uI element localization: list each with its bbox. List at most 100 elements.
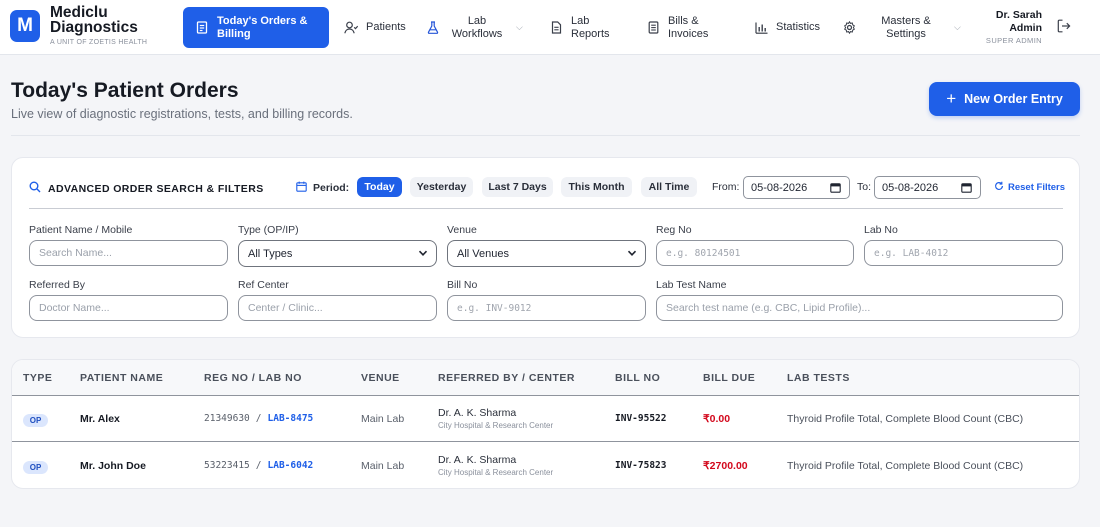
header-divider xyxy=(11,135,1080,136)
calendar-icon xyxy=(830,182,841,193)
type-select-value: All Types xyxy=(248,247,293,260)
brand-tagline: A UNIT OF ZOETIS HEALTH xyxy=(50,39,148,46)
reset-filters-button[interactable]: Reset Filters xyxy=(994,181,1065,194)
page-title: Today's Patient Orders xyxy=(11,79,239,102)
lab-no-link[interactable]: LAB-8475 xyxy=(268,413,314,424)
nav-item-masters-settings[interactable]: Masters & Settings ⌵ xyxy=(836,7,967,48)
venue: Main Lab xyxy=(361,460,405,472)
venue: Main Lab xyxy=(361,413,405,425)
type-badge: OP xyxy=(23,461,48,474)
bill-no-input[interactable]: e.g. INV-9012 xyxy=(447,295,646,321)
filter-title-text: ADVANCED ORDER SEARCH & FILTERS xyxy=(48,182,264,195)
ref-center-input[interactable]: Center / Clinic... xyxy=(238,295,437,321)
lab-no-link[interactable]: LAB-6042 xyxy=(268,460,314,471)
lab-tests: Thyroid Profile Total, Complete Blood Co… xyxy=(787,460,1024,472)
nav-item-statistics[interactable]: Statistics xyxy=(748,7,826,48)
ref-center-field-label: Ref Center xyxy=(238,279,289,291)
venue-select[interactable]: All Venues xyxy=(447,240,646,267)
column-header-lab-tests[interactable]: LAB TESTS xyxy=(787,372,850,384)
new-order-label: New Order Entry xyxy=(964,92,1063,106)
table-row[interactable]: OP Mr. John Doe 53223415 / LAB-6042 Main L… xyxy=(12,443,1079,488)
to-date-value: 05-08-2026 xyxy=(882,181,939,194)
calendar-icon xyxy=(961,182,972,193)
period-chip-all-time[interactable]: All Time xyxy=(641,177,697,197)
period-chip-last-7-days[interactable]: Last 7 Days xyxy=(482,177,553,197)
referring-doctor: Dr. A. K. Sharma xyxy=(438,407,517,419)
nav-item-todays-orders[interactable]: Today's Orders & Billing xyxy=(183,7,329,48)
invoice-icon xyxy=(646,21,660,35)
type-select[interactable]: All Types xyxy=(238,240,437,267)
search-icon xyxy=(29,181,41,196)
patient-field-label: Patient Name / Mobile xyxy=(29,224,133,236)
column-header-reg-lab-no[interactable]: REG NO / LAB NO xyxy=(204,372,302,384)
nav-label: Patients xyxy=(366,21,406,33)
filter-divider xyxy=(29,208,1063,209)
nav-label: Masters & Settings xyxy=(881,14,931,40)
nav-item-patients[interactable]: Patients xyxy=(338,7,412,48)
reg-no-field-label: Reg No xyxy=(656,224,692,236)
user-name[interactable]: Dr. Sarah Admin xyxy=(985,9,1042,35)
reg-lab-no: 53223415 / LAB-6042 xyxy=(204,460,313,471)
nav-item-lab-reports[interactable]: Lab Reports xyxy=(543,7,619,48)
bill-due: ₹0.00 xyxy=(703,413,731,425)
column-header-venue[interactable]: VENUE xyxy=(361,372,400,384)
period-chip-yesterday[interactable]: Yesterday xyxy=(410,177,473,197)
bar-chart-icon xyxy=(754,21,768,35)
lab-test-search-input[interactable]: Search test name (e.g. CBC, Lipid Profil… xyxy=(656,295,1063,321)
lab-no-field-label: Lab No xyxy=(864,224,898,236)
user-icon xyxy=(344,21,358,35)
new-order-entry-button[interactable]: + New Order Entry xyxy=(929,82,1080,116)
column-header-bill-due[interactable]: BILL DUE xyxy=(703,372,755,384)
lab-no-input[interactable]: e.g. LAB-4012 xyxy=(864,240,1063,266)
referred-by-input[interactable]: Doctor Name... xyxy=(29,295,228,321)
from-label: From: xyxy=(712,181,740,193)
bill-no-field-label: Bill No xyxy=(447,279,478,291)
type-badge: OP xyxy=(23,414,48,427)
logout-icon[interactable] xyxy=(1057,19,1073,35)
calendar-icon xyxy=(296,181,307,195)
brand-name[interactable]: Mediclu Diagnostics xyxy=(50,5,150,36)
top-navbar: M Mediclu Diagnostics A UNIT OF ZOETIS H… xyxy=(0,0,1100,55)
bill-no: INV-95522 xyxy=(615,413,667,424)
referring-center: City Hospital & Research Center xyxy=(438,468,554,477)
referring-doctor: Dr. A. K. Sharma xyxy=(438,454,517,466)
separator: / xyxy=(255,460,262,471)
column-header-referred-by[interactable]: REFERRED BY / CENTER xyxy=(438,372,575,384)
plus-icon: + xyxy=(946,89,957,108)
nav-item-bills-invoices[interactable]: Bills & Invoices xyxy=(640,7,718,48)
column-header-patient-name[interactable]: PATIENT NAME xyxy=(80,372,163,384)
venue-field-label: Venue xyxy=(447,224,477,236)
reg-no: 53223415 xyxy=(204,460,250,471)
nav-label: Lab Reports xyxy=(571,14,610,40)
from-date-input[interactable]: 05-08-2026 xyxy=(743,176,850,199)
patient-name[interactable]: Mr. John Doe xyxy=(80,460,146,472)
reset-filters-label: Reset Filters xyxy=(1008,182,1066,193)
nav-label: Statistics xyxy=(776,21,821,33)
period-chip-this-month[interactable]: This Month xyxy=(561,177,632,197)
bill-due: ₹2700.00 xyxy=(703,460,748,472)
filter-panel: ADVANCED ORDER SEARCH & FILTERS Period: … xyxy=(11,157,1080,338)
user-role: SUPER ADMIN xyxy=(985,36,1042,45)
column-header-type[interactable]: TYPE xyxy=(23,372,52,384)
document-icon xyxy=(549,21,563,35)
patient-search-input[interactable]: Search Name... xyxy=(29,240,228,266)
separator: / xyxy=(255,413,262,424)
nav-item-lab-workflows[interactable]: Lab Workflows ⌵ xyxy=(420,7,529,48)
venue-select-value: All Venues xyxy=(457,247,509,260)
chevron-down-icon: ⌵ xyxy=(954,22,961,32)
lab-test-field-label: Lab Test Name xyxy=(656,279,727,291)
logo-icon[interactable]: M xyxy=(10,10,40,42)
table-row[interactable]: OP Mr. Alex 21349630 / LAB-8475 Main Lab D… xyxy=(12,396,1079,442)
reg-no-input[interactable]: e.g. 80124501 xyxy=(656,240,854,266)
lab-tests: Thyroid Profile Total, Complete Blood Co… xyxy=(787,413,1024,425)
receipt-icon xyxy=(195,21,209,35)
bill-no: INV-75823 xyxy=(615,460,667,471)
to-date-input[interactable]: 05-08-2026 xyxy=(874,176,981,199)
referred-by-field-label: Referred By xyxy=(29,279,86,291)
nav-label: Lab Workflows xyxy=(451,14,503,40)
column-header-bill-no[interactable]: BILL NO xyxy=(615,372,660,384)
patient-name[interactable]: Mr. Alex xyxy=(80,413,120,425)
orders-table: TYPE PATIENT NAME REG NO / LAB NO VENUE … xyxy=(11,359,1080,489)
period-chip-today[interactable]: Today xyxy=(357,177,402,197)
chevron-down-icon xyxy=(418,248,428,258)
